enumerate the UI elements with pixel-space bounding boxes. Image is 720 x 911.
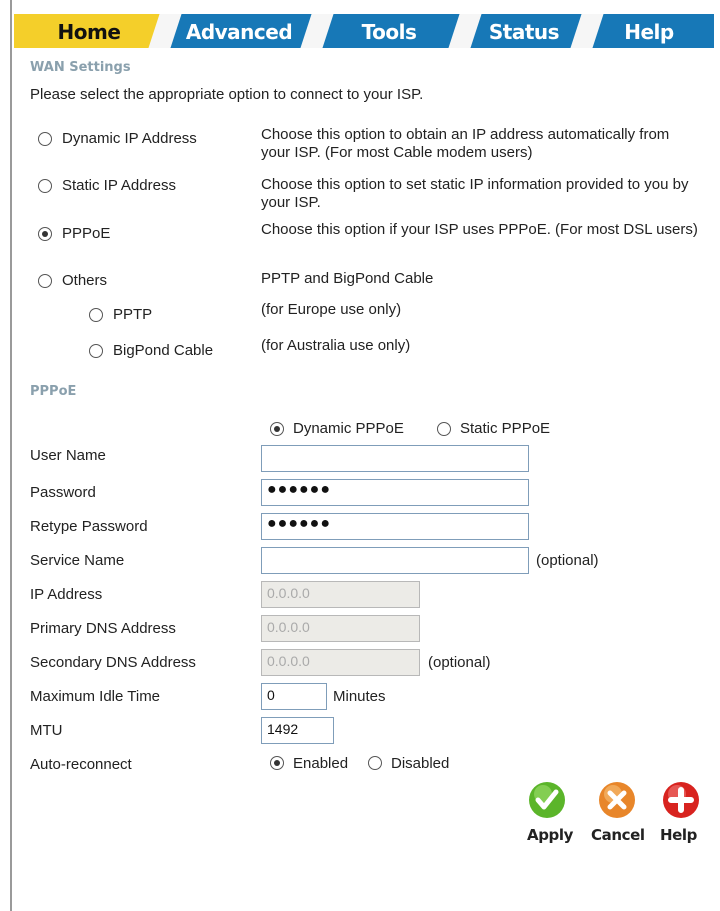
service-name-input[interactable] xyxy=(261,547,529,574)
apply-label: Apply xyxy=(527,826,574,844)
option-desc-dynamic-ip: Choose this option to obtain an IP addre… xyxy=(261,126,670,161)
option-label-others: Others xyxy=(62,272,108,289)
plus-icon xyxy=(663,782,699,818)
wan-intro-text: Please select the appropriate option to … xyxy=(30,86,424,103)
ip-address-label: IP Address xyxy=(30,586,103,603)
password-input[interactable]: ●●●●●● xyxy=(261,479,529,506)
option-label-pppoe: PPPoE xyxy=(62,225,111,242)
secondary-dns-label: Secondary DNS Address xyxy=(30,654,196,671)
radio-auto-reconnect-enabled[interactable] xyxy=(270,756,284,770)
primary-dns-label: Primary DNS Address xyxy=(30,620,176,637)
check-icon xyxy=(529,782,565,818)
tab-tools[interactable]: Tools xyxy=(314,14,464,48)
radio-dynamic-ip[interactable] xyxy=(38,132,52,146)
dynamic-pppoe-label: Dynamic PPPoE xyxy=(293,420,404,437)
service-name-optional: (optional) xyxy=(536,552,599,569)
mtu-label: MTU xyxy=(30,722,63,739)
radio-bigpond-cable[interactable] xyxy=(89,344,103,358)
option-label-pptp: PPTP xyxy=(113,306,153,323)
mtu-input[interactable]: 1492 xyxy=(261,717,334,744)
radio-pptp[interactable] xyxy=(89,308,103,322)
retype-password-input[interactable]: ●●●●●● xyxy=(261,513,529,540)
max-idle-time-label: Maximum Idle Time xyxy=(30,688,161,705)
option-desc-pppoe: Choose this option if your ISP uses PPPo… xyxy=(261,221,698,238)
option-desc-bigpond-cable: (for Australia use only) xyxy=(261,337,411,354)
static-pppoe-label: Static PPPoE xyxy=(460,420,551,437)
password-label: Password xyxy=(30,484,96,501)
auto-reconnect-label: Auto-reconnect xyxy=(30,756,132,773)
radio-pppoe[interactable] xyxy=(38,227,52,241)
service-name-label: Service Name xyxy=(30,552,125,569)
tab-status[interactable]: Status xyxy=(464,14,584,48)
max-idle-time-input[interactable]: 0 xyxy=(261,683,327,710)
option-desc-others: PPTP and BigPond Cable xyxy=(261,270,434,287)
radio-dynamic-pppoe[interactable] xyxy=(270,422,284,436)
radio-static-pppoe[interactable] xyxy=(437,422,451,436)
tab-advanced[interactable]: Advanced xyxy=(164,14,314,48)
ip-address-input[interactable]: 0.0.0.0 xyxy=(261,581,420,608)
enabled-label: Enabled xyxy=(293,755,349,772)
secondary-dns-input[interactable]: 0.0.0.0 xyxy=(261,649,420,676)
cancel-label: Cancel xyxy=(591,826,645,844)
radio-static-ip[interactable] xyxy=(38,179,52,193)
wan-settings-title: WAN Settings xyxy=(30,60,131,75)
pppoe-section-title: PPPoE xyxy=(30,384,77,399)
option-desc-pptp: (for Europe use only) xyxy=(261,301,402,318)
primary-dns-input[interactable]: 0.0.0.0 xyxy=(261,615,420,642)
retype-password-label: Retype Password xyxy=(30,518,148,535)
option-label-bigpond-cable: BigPond Cable xyxy=(113,342,214,359)
tab-bar: Home Advanced Tools Status Help xyxy=(14,14,714,48)
option-label-static-ip: Static IP Address xyxy=(62,177,176,194)
tab-help[interactable]: Help xyxy=(584,14,714,48)
radio-others[interactable] xyxy=(38,274,52,288)
option-label-dynamic-ip: Dynamic IP Address xyxy=(62,130,197,147)
tab-home[interactable]: Home xyxy=(14,14,164,48)
option-desc-static-ip: Choose this option to set static IP info… xyxy=(261,176,689,211)
help-label: Help xyxy=(660,826,698,844)
user-name-label: User Name xyxy=(30,447,106,464)
user-name-input[interactable] xyxy=(261,445,529,472)
disabled-label: Disabled xyxy=(391,755,450,772)
secondary-dns-optional: (optional) xyxy=(428,654,491,671)
left-border xyxy=(10,0,12,911)
x-icon xyxy=(599,782,635,818)
radio-auto-reconnect-disabled[interactable] xyxy=(368,756,382,770)
minutes-unit: Minutes xyxy=(333,688,386,705)
